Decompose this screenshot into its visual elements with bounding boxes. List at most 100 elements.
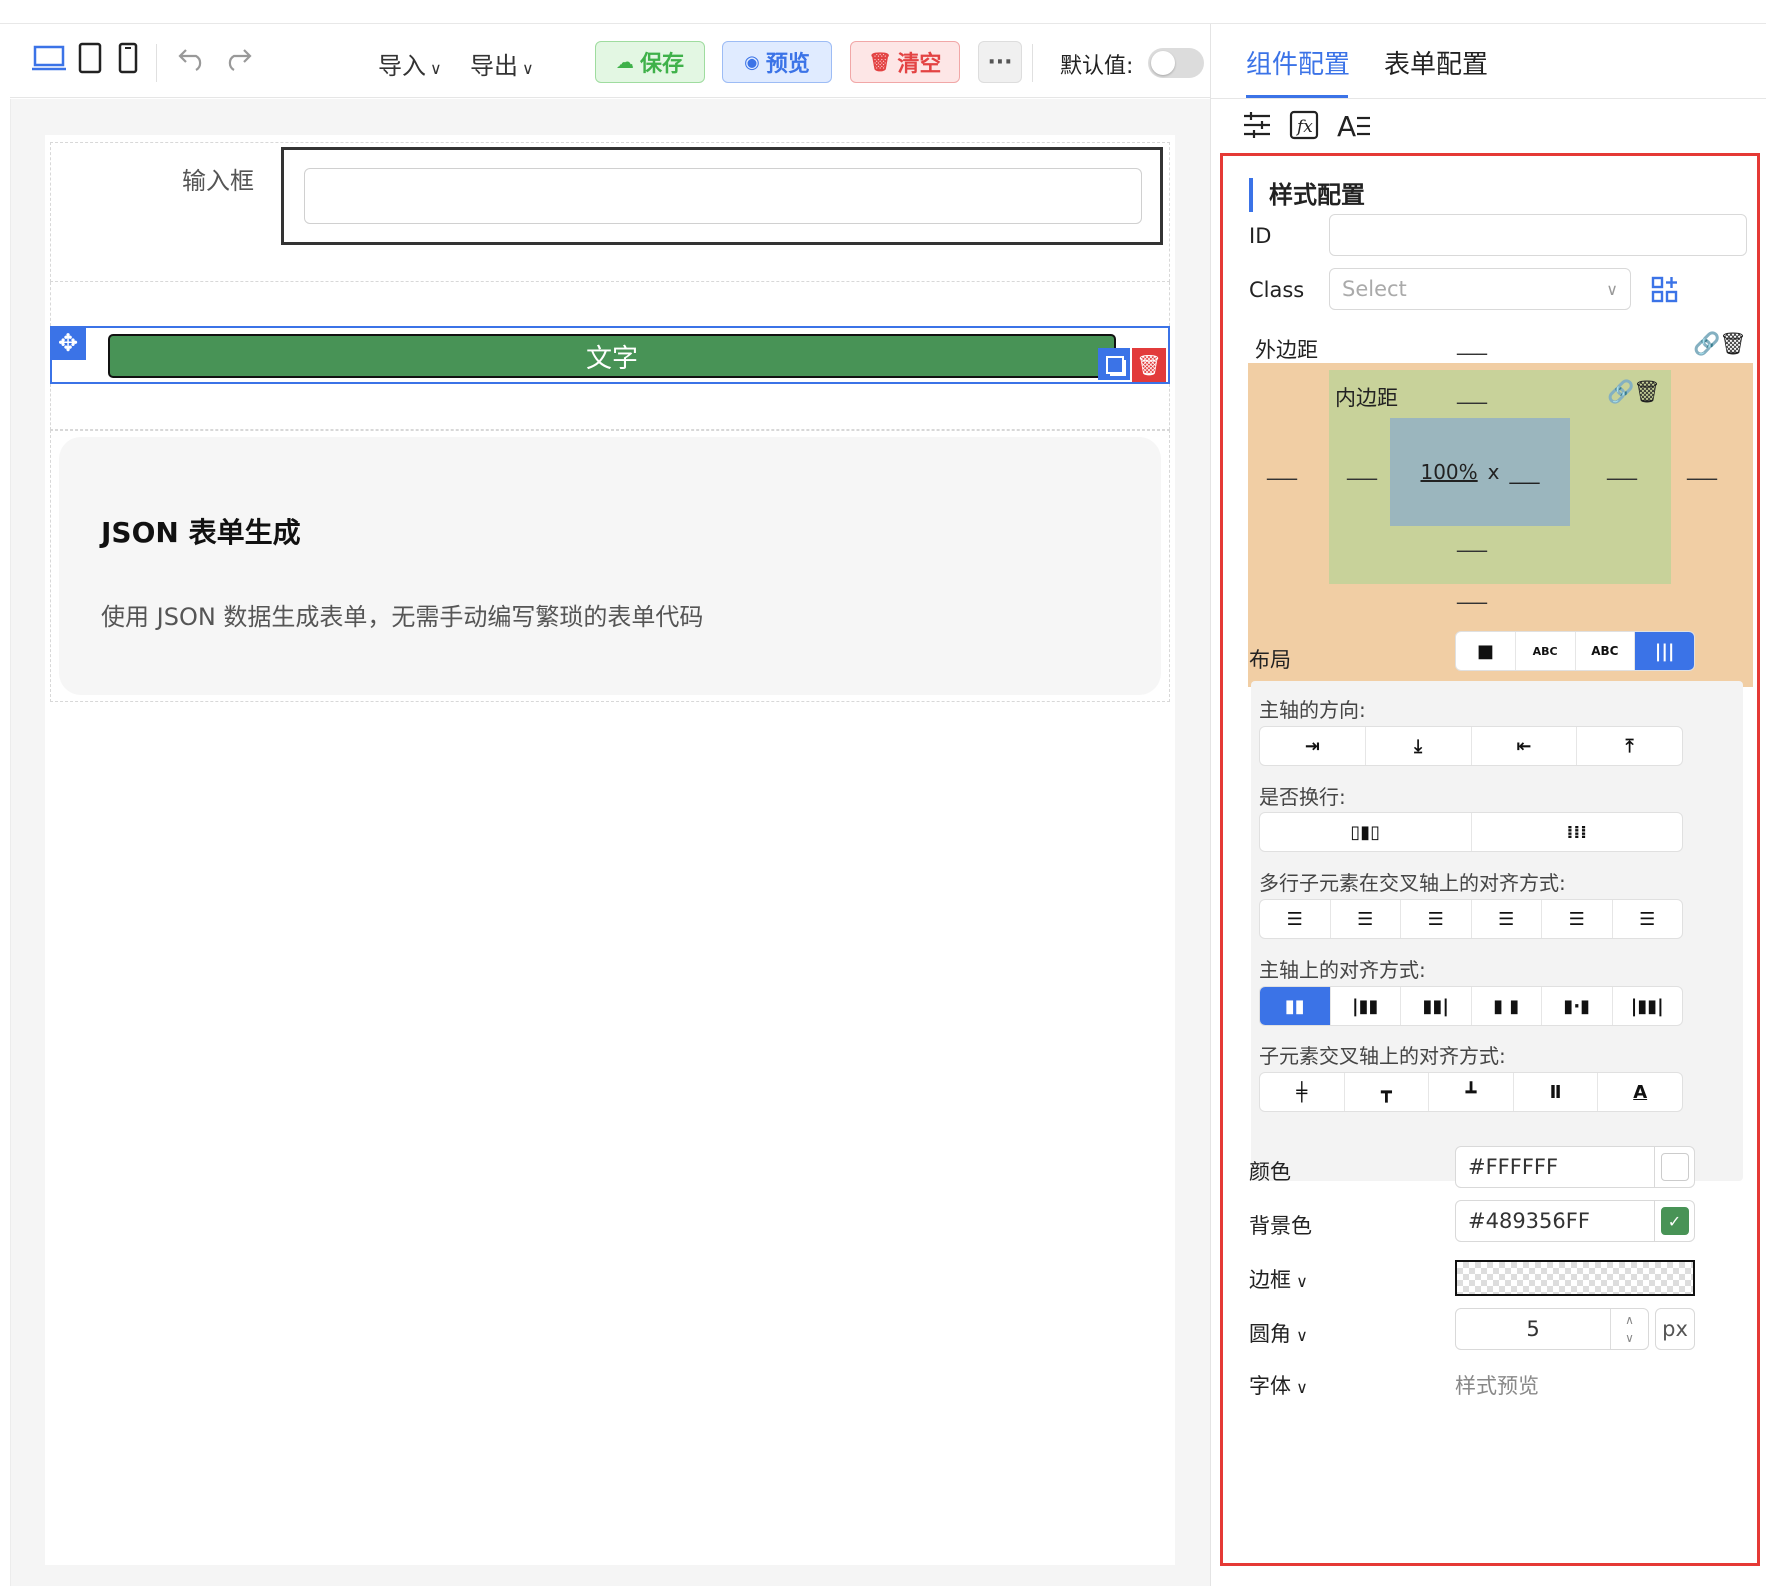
align-items-end-icon[interactable]: ┻ xyxy=(1429,1073,1514,1111)
top-strip xyxy=(0,0,1766,24)
align-content-between-icon[interactable]: ☰ xyxy=(1542,900,1613,938)
justify-between-icon[interactable]: ▮ ▮ xyxy=(1472,987,1542,1025)
align-content-start-icon[interactable]: ☰ xyxy=(1331,900,1401,938)
radius-label: 圆角 xyxy=(1249,1322,1291,1346)
layout-flex[interactable]: ||| xyxy=(1635,632,1694,670)
text-input[interactable] xyxy=(304,168,1142,224)
check-icon: ✓ xyxy=(1660,1207,1689,1235)
link-icon[interactable]: 🔗 xyxy=(1693,332,1720,357)
id-input[interactable] xyxy=(1329,214,1747,256)
form-designer-app: 导入∨ 导出∨ ☁ 保存 ◉ 预览 🗑 清空 ··· 默认值: 输入框 ✥ xyxy=(0,0,1766,1586)
content-height-value[interactable]: ___ xyxy=(1510,460,1540,484)
desktop-view-icon[interactable] xyxy=(32,44,66,72)
color-input[interactable]: #FFFFFF xyxy=(1455,1146,1695,1188)
sliders-icon[interactable] xyxy=(1242,110,1272,140)
clear-button[interactable]: 🗑 清空 xyxy=(850,41,960,83)
function-icon[interactable]: fx xyxy=(1289,110,1319,140)
chevron-up-icon[interactable]: ∧ xyxy=(1625,1311,1634,1329)
border-preview[interactable] xyxy=(1455,1260,1695,1296)
tablet-view-icon[interactable] xyxy=(78,42,102,74)
background-color-input[interactable]: #489356FF ✓ xyxy=(1455,1200,1695,1242)
align-content-label: 多行子元素在交叉轴上的对齐方式: xyxy=(1259,871,1566,895)
radius-input[interactable]: 5 ∧ ∨ xyxy=(1455,1308,1649,1350)
preview-button[interactable]: ◉ 预览 xyxy=(722,41,832,83)
class-select[interactable]: Select ∨ xyxy=(1329,268,1631,310)
text-block[interactable]: 文字 xyxy=(108,334,1116,378)
import-menu[interactable]: 导入 ∨ xyxy=(378,46,442,81)
align-items-start-icon[interactable]: ┳ xyxy=(1345,1073,1430,1111)
link-icon[interactable]: 🔗 xyxy=(1607,380,1634,405)
direction-column-icon[interactable]: ⤓ xyxy=(1366,727,1472,765)
undo-icon[interactable] xyxy=(176,44,208,72)
direction-column-reverse-icon[interactable]: ⤒ xyxy=(1577,727,1682,765)
margin-top-value[interactable]: ___ xyxy=(1457,331,1487,355)
grid-add-icon[interactable] xyxy=(1651,276,1679,304)
trash-icon[interactable]: 🗑 xyxy=(1633,380,1661,405)
padding-left-value[interactable]: ___ xyxy=(1347,456,1377,480)
nowrap-icon[interactable]: ▯▮▯ xyxy=(1260,813,1472,851)
justify-start-icon[interactable]: ▮▮ xyxy=(1260,987,1331,1025)
radius-toggle[interactable]: 圆角 ∨ xyxy=(1249,1318,1308,1348)
wrap-icon[interactable]: ⁞⁞⁞ xyxy=(1472,813,1683,851)
panel-divider xyxy=(1210,24,1211,1586)
export-label: 导出 xyxy=(470,52,518,80)
color-swatch[interactable] xyxy=(1654,1147,1694,1187)
justify-around-icon[interactable]: ▮·▮ xyxy=(1542,987,1613,1025)
margin-right-value[interactable]: ___ xyxy=(1687,456,1717,480)
align-content-end-icon[interactable]: ☰ xyxy=(1401,900,1472,938)
save-button[interactable]: ☁ 保存 xyxy=(595,41,705,83)
padding-right-value[interactable]: ___ xyxy=(1607,456,1637,480)
info-card: JSON 表单生成 使用 JSON 数据生成表单，无需手动编写繁琐的表单代码 xyxy=(59,437,1161,695)
delete-icon[interactable]: 🗑 xyxy=(1132,348,1166,382)
tab-component-config[interactable]: 组件配置 xyxy=(1246,44,1350,81)
content-width-value[interactable]: 100% xyxy=(1420,460,1477,484)
align-content-center-icon[interactable]: ☰ xyxy=(1472,900,1542,938)
export-menu[interactable]: 导出 ∨ xyxy=(470,46,534,81)
chevron-down-icon: ∨ xyxy=(1291,1326,1308,1345)
align-items-stretch-icon[interactable]: Ⅱ xyxy=(1514,1073,1599,1111)
color-value: #FFFFFF xyxy=(1468,1155,1559,1179)
content-x-label: x xyxy=(1487,460,1500,484)
justify-evenly-icon[interactable]: |▮▮| xyxy=(1613,987,1683,1025)
background-swatch[interactable]: ✓ xyxy=(1654,1201,1694,1241)
text-component-selected[interactable]: ✥ 文字 🗑 xyxy=(50,326,1170,384)
trash-icon[interactable]: 🗑 xyxy=(1719,332,1747,357)
text-style-icon[interactable]: A xyxy=(1337,110,1371,140)
radius-unit[interactable]: px xyxy=(1655,1308,1695,1350)
font-toggle[interactable]: 字体 ∨ xyxy=(1249,1370,1308,1400)
layout-block[interactable]: ■ xyxy=(1456,632,1516,670)
layout-inline[interactable]: ABC xyxy=(1576,632,1636,670)
align-content-stretch-icon[interactable]: ☰ xyxy=(1260,900,1331,938)
stepper[interactable]: ∧ ∨ xyxy=(1610,1309,1648,1349)
font-label: 字体 xyxy=(1249,1374,1291,1398)
align-content-around-icon[interactable]: ☰ xyxy=(1613,900,1683,938)
input-row[interactable]: 输入框 xyxy=(50,142,1170,282)
align-content-selector: ☰ ☰ ☰ ☰ ☰ ☰ xyxy=(1259,899,1683,939)
copy-icon[interactable] xyxy=(1098,348,1130,380)
row-spacer xyxy=(50,282,1170,326)
layout-inline-block[interactable]: ABC xyxy=(1516,632,1576,670)
margin-left-value[interactable]: ___ xyxy=(1267,456,1297,480)
align-items-center-icon[interactable]: ╪ xyxy=(1260,1073,1345,1111)
direction-row-icon[interactable]: ⇥ xyxy=(1260,727,1366,765)
class-label: Class xyxy=(1249,278,1305,302)
move-handle-icon[interactable]: ✥ xyxy=(50,326,86,360)
default-value-toggle[interactable] xyxy=(1148,48,1204,78)
border-toggle[interactable]: 边框 ∨ xyxy=(1249,1264,1308,1294)
direction-row-reverse-icon[interactable]: ⇤ xyxy=(1472,727,1578,765)
toolbar-separator xyxy=(1032,44,1033,82)
justify-center-icon[interactable]: |▮▮ xyxy=(1331,987,1401,1025)
tab-form-config[interactable]: 表单配置 xyxy=(1384,44,1488,81)
align-items-selector: ╪ ┳ ┻ Ⅱ A xyxy=(1259,1072,1683,1112)
section-title: 样式配置 xyxy=(1249,178,1365,212)
justify-end-icon[interactable]: ▮▮| xyxy=(1401,987,1472,1025)
align-items-baseline-icon[interactable]: A xyxy=(1598,1073,1682,1111)
mobile-view-icon[interactable] xyxy=(118,42,138,74)
radius-value: 5 xyxy=(1526,1317,1540,1341)
padding-top-value[interactable]: ___ xyxy=(1457,380,1487,404)
redo-icon[interactable] xyxy=(222,44,254,72)
chevron-down-icon[interactable]: ∨ xyxy=(1625,1329,1634,1347)
card-row[interactable]: JSON 表单生成 使用 JSON 数据生成表单，无需手动编写繁琐的表单代码 xyxy=(50,430,1170,702)
more-button[interactable]: ··· xyxy=(978,41,1022,83)
padding-bottom-value[interactable]: ___ xyxy=(1457,528,1487,552)
